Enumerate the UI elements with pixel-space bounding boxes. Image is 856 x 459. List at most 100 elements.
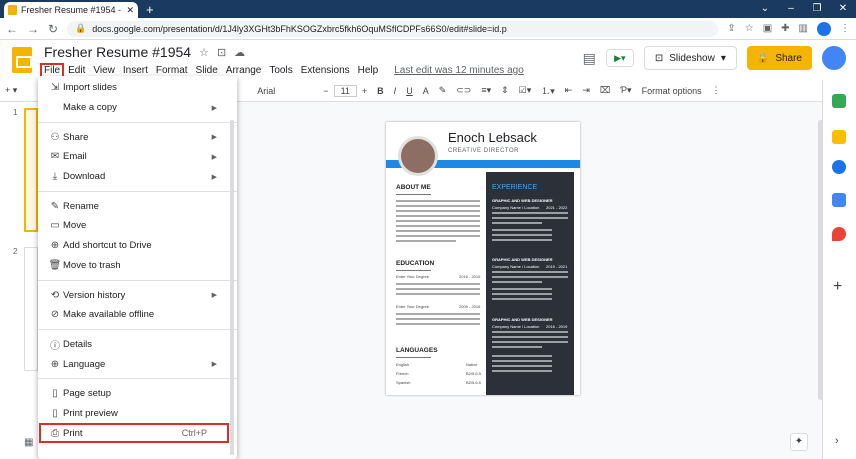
keep-icon[interactable] — [832, 130, 846, 144]
experience-heading: EXPERIENCE — [492, 184, 538, 191]
job-years: 2021 - 2022 — [546, 205, 568, 210]
menu-tools[interactable]: Tools — [265, 63, 296, 78]
sheets-icon[interactable] — [832, 94, 846, 108]
reload-icon[interactable]: ↻ — [48, 22, 58, 36]
text-color-icon[interactable]: A — [418, 86, 434, 96]
menu-item-move-trash[interactable]: 🗑 Move to trash — [38, 256, 237, 276]
close-tab-icon[interactable]: ✕ — [126, 5, 134, 16]
menu-item-language[interactable]: ⊕ Language ▶ — [38, 354, 237, 374]
doc-title[interactable]: Fresher Resume #1954 — [44, 44, 191, 60]
contacts-icon[interactable] — [832, 193, 846, 207]
menu-item-import-slides[interactable]: ⇲ Import slides — [38, 78, 237, 98]
format-options-button[interactable]: Format options — [637, 86, 707, 96]
doc-title-row: Fresher Resume #1954 ☆ ⊡ ☁ — [44, 44, 245, 60]
text-line — [396, 205, 480, 207]
indent-icon[interactable]: ⇤ — [560, 85, 578, 96]
explore-icon[interactable]: ✦ — [790, 433, 808, 451]
text-line — [492, 341, 568, 343]
slideshow-button[interactable]: ⊡ Slideshow ▾ — [643, 46, 737, 70]
menu-item-offline[interactable]: ⊘ Make available offline — [38, 305, 237, 325]
about-heading: ABOUT ME — [396, 184, 431, 191]
chevron-down-icon[interactable]: ▾ — [721, 53, 726, 64]
decrease-font-icon[interactable]: − — [318, 86, 333, 96]
cloud-status-icon[interactable]: ☁ — [234, 46, 245, 59]
align-icon[interactable]: ≡▾ — [476, 85, 496, 96]
share-button[interactable]: 🔒 Share — [746, 46, 812, 70]
share-page-icon[interactable]: ⇪ — [727, 23, 735, 34]
menu-item-rename[interactable]: ✎ Rename — [38, 196, 237, 216]
lock-icon: 🔒 — [75, 23, 87, 33]
menu-scrollbar[interactable] — [230, 120, 234, 455]
checklist-icon[interactable]: ☑▾ — [514, 85, 537, 96]
profile-avatar[interactable] — [817, 21, 831, 36]
menu-item-email[interactable]: ✉ Email ▶ — [38, 147, 237, 167]
add-addon-icon[interactable]: + — [833, 278, 842, 296]
reading-list-icon[interactable]: ▣ — [763, 23, 772, 34]
comments-icon[interactable]: ▤ — [583, 50, 596, 67]
tasks-icon[interactable] — [832, 160, 846, 174]
browser-tab[interactable]: Fresher Resume #1954 - Google ✕ — [4, 2, 138, 18]
folder-move-icon: ▭ — [50, 220, 60, 232]
menu-item-make-copy[interactable]: Make a copy ▶ — [38, 98, 237, 118]
highlight-icon[interactable]: ✎ — [434, 85, 452, 96]
menu-extensions[interactable]: Extensions — [297, 63, 354, 78]
back-icon[interactable]: ← — [6, 22, 18, 36]
slide-thumbnail[interactable] — [24, 108, 38, 232]
increase-font-icon[interactable]: + — [357, 86, 372, 96]
pen-icon[interactable]: Ƥ▾ — [615, 85, 636, 96]
grid-view-icon[interactable]: ▦ — [24, 437, 33, 448]
new-slide-icon[interactable]: + ▾ — [0, 85, 22, 96]
menu-item-share[interactable]: ⚇ Share ▶ — [38, 127, 237, 147]
close-window-icon[interactable]: ✕ — [830, 0, 856, 18]
browser-menu-icon[interactable]: ⋮ — [840, 23, 850, 34]
menu-item-print[interactable]: ⎙ Print Ctrl+P — [39, 423, 229, 443]
sidepanel-icon[interactable]: ▥ — [799, 23, 808, 34]
font-size-input[interactable]: 11 — [333, 84, 357, 97]
resume-slide[interactable]: Enoch Lebsack CREATIVE DIRECTOR ABOUT ME… — [386, 122, 580, 395]
menu-help[interactable]: Help — [354, 63, 383, 78]
chevron-down-icon[interactable]: ⌄ — [752, 0, 778, 18]
text-line — [396, 225, 480, 227]
menu-item-version-history[interactable]: ⟲ Version history ▶ — [38, 285, 237, 305]
divider — [396, 194, 431, 195]
slides-logo-icon[interactable] — [12, 47, 32, 73]
line-spacing-icon[interactable]: ⇕ — [496, 85, 514, 96]
menu-item-add-shortcut[interactable]: ⊕ Add shortcut to Drive — [38, 236, 237, 256]
header-actions: ▤ ▶▾ ⊡ Slideshow ▾ 🔒 Share — [583, 46, 856, 70]
restore-icon[interactable]: ❐ — [804, 0, 830, 18]
italic-icon[interactable]: I — [389, 86, 402, 96]
clear-format-icon[interactable]: ⌧ — [595, 85, 615, 96]
offline-icon: ⊘ — [50, 309, 60, 321]
star-icon[interactable]: ☆ — [745, 23, 754, 34]
star-icon[interactable]: ☆ — [199, 46, 209, 59]
move-folder-icon[interactable]: ⊡ — [217, 46, 226, 59]
url-field[interactable]: 🔒 docs.google.com/presentation/d/1J4ly3X… — [67, 20, 719, 37]
file-menu: ⇲ Import slides Make a copy ▶ ⚇ Share ▶ ✉ Ema… — [38, 76, 237, 459]
account-avatar[interactable] — [822, 46, 846, 70]
minimize-icon[interactable]: – — [778, 0, 804, 18]
outdent-icon[interactable]: ⇥ — [577, 85, 595, 96]
text-line — [396, 200, 480, 202]
last-edit-link[interactable]: Last edit was 12 minutes ago — [390, 63, 528, 78]
link-icon[interactable]: ⊂⊃ — [451, 85, 476, 96]
maps-icon[interactable] — [832, 227, 846, 241]
menu-item-details[interactable]: ⓘ Details — [38, 335, 237, 355]
more-options-icon[interactable]: ⋮ — [707, 85, 726, 96]
menu-item-page-setup[interactable]: ▯ Page setup — [38, 384, 237, 404]
font-select[interactable]: Arial — [252, 86, 280, 96]
menu-item-print-preview[interactable]: ▯ Print preview — [38, 404, 237, 424]
bold-icon[interactable]: B — [372, 86, 389, 96]
new-tab-icon[interactable]: + — [146, 2, 154, 17]
app-header: Fresher Resume #1954 ☆ ⊡ ☁ File Edit Vie… — [0, 40, 856, 80]
underline-icon[interactable]: U — [401, 86, 418, 96]
slide-thumbnail[interactable] — [24, 247, 38, 371]
meet-button[interactable]: ▶▾ — [605, 49, 634, 67]
forward-icon[interactable]: → — [27, 22, 39, 36]
job-years: 2019 - 2021 — [546, 264, 568, 269]
numbered-list-icon[interactable]: ⒈▾ — [536, 84, 560, 97]
menu-item-move[interactable]: ▭ Move — [38, 216, 237, 236]
menu-item-download[interactable]: ⤓ Download ▶ — [38, 167, 237, 187]
extensions-icon[interactable]: ✚ — [781, 23, 789, 34]
slide-number: 2 — [13, 247, 18, 256]
chevron-right-icon[interactable]: › — [835, 435, 839, 447]
